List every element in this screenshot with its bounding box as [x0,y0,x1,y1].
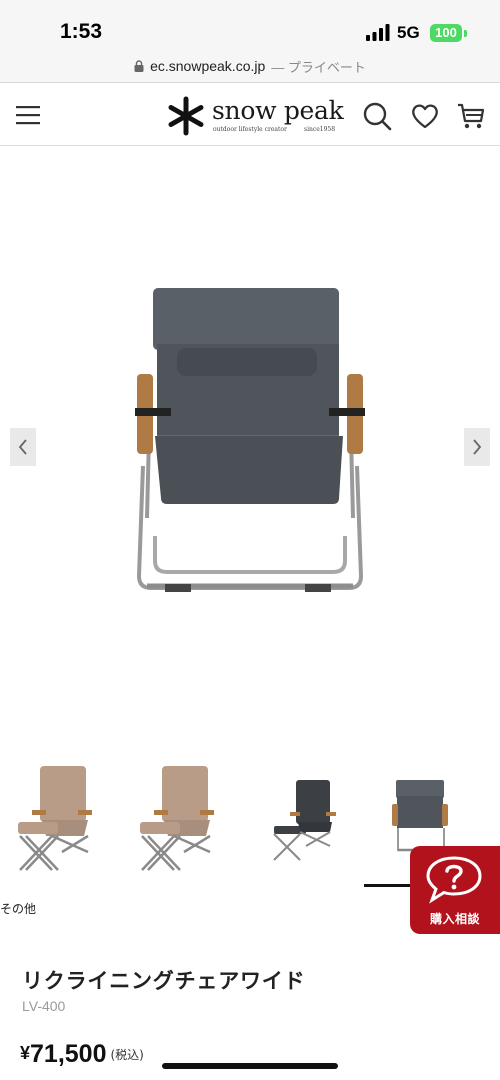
url-text: ec.snowpeak.co.jp [150,58,266,74]
network-type: 5G [397,23,420,42]
product-title: リクライニングチェアワイド [22,969,306,993]
home-indicator[interactable] [162,1063,338,1069]
price-value: 71,500 [30,1040,107,1068]
status-time: 1:53 [60,20,103,43]
privacy-label: — プライベート [271,59,366,75]
brand-since: since1958 [304,126,336,133]
battery-tip [464,30,467,37]
product-code: LV-400 [22,998,66,1014]
gallery-next-button[interactable] [464,428,490,466]
menu-icon[interactable] [14,102,42,128]
thumbnail[interactable] [12,760,102,880]
purchase-consultation-button[interactable]: 購入相談 [410,846,500,934]
battery-icon: 100 [430,24,462,42]
thumbnail-caption: その他 [0,902,37,916]
product-main-image [135,288,365,592]
consult-label: 購入相談 [429,912,480,926]
gallery-prev-button[interactable] [10,428,36,466]
signal-strength-icon [366,24,390,41]
brand-tagline: outdoor lifestyle creator [213,126,287,133]
currency-symbol: ¥ [20,1043,31,1063]
tax-note: (税込) [110,1048,144,1062]
chevron-left-icon [18,439,27,455]
heart-icon[interactable] [410,101,440,131]
status-bar: 1:53 5G 100 [0,0,500,50]
search-icon[interactable] [362,101,392,131]
brand-logo[interactable]: snow peak outdoor lifestyle creator sinc… [166,94,344,136]
chevron-right-icon [473,439,482,455]
question-bubble-icon [426,856,482,904]
thumbnail[interactable] [134,760,224,880]
snowflake-icon [168,96,204,136]
cart-icon[interactable] [456,101,486,131]
lock-icon [134,60,144,72]
address-bar[interactable]: ec.snowpeak.co.jp — プライベート [0,50,500,83]
thumbnail[interactable] [262,760,352,880]
site-header: snow peak outdoor lifestyle creator sinc… [0,84,500,146]
battery-level: 100 [435,25,457,40]
product-gallery[interactable] [0,146,500,746]
brand-name: snow peak [212,96,344,125]
price: ¥71,500 (税込) [20,1040,144,1069]
